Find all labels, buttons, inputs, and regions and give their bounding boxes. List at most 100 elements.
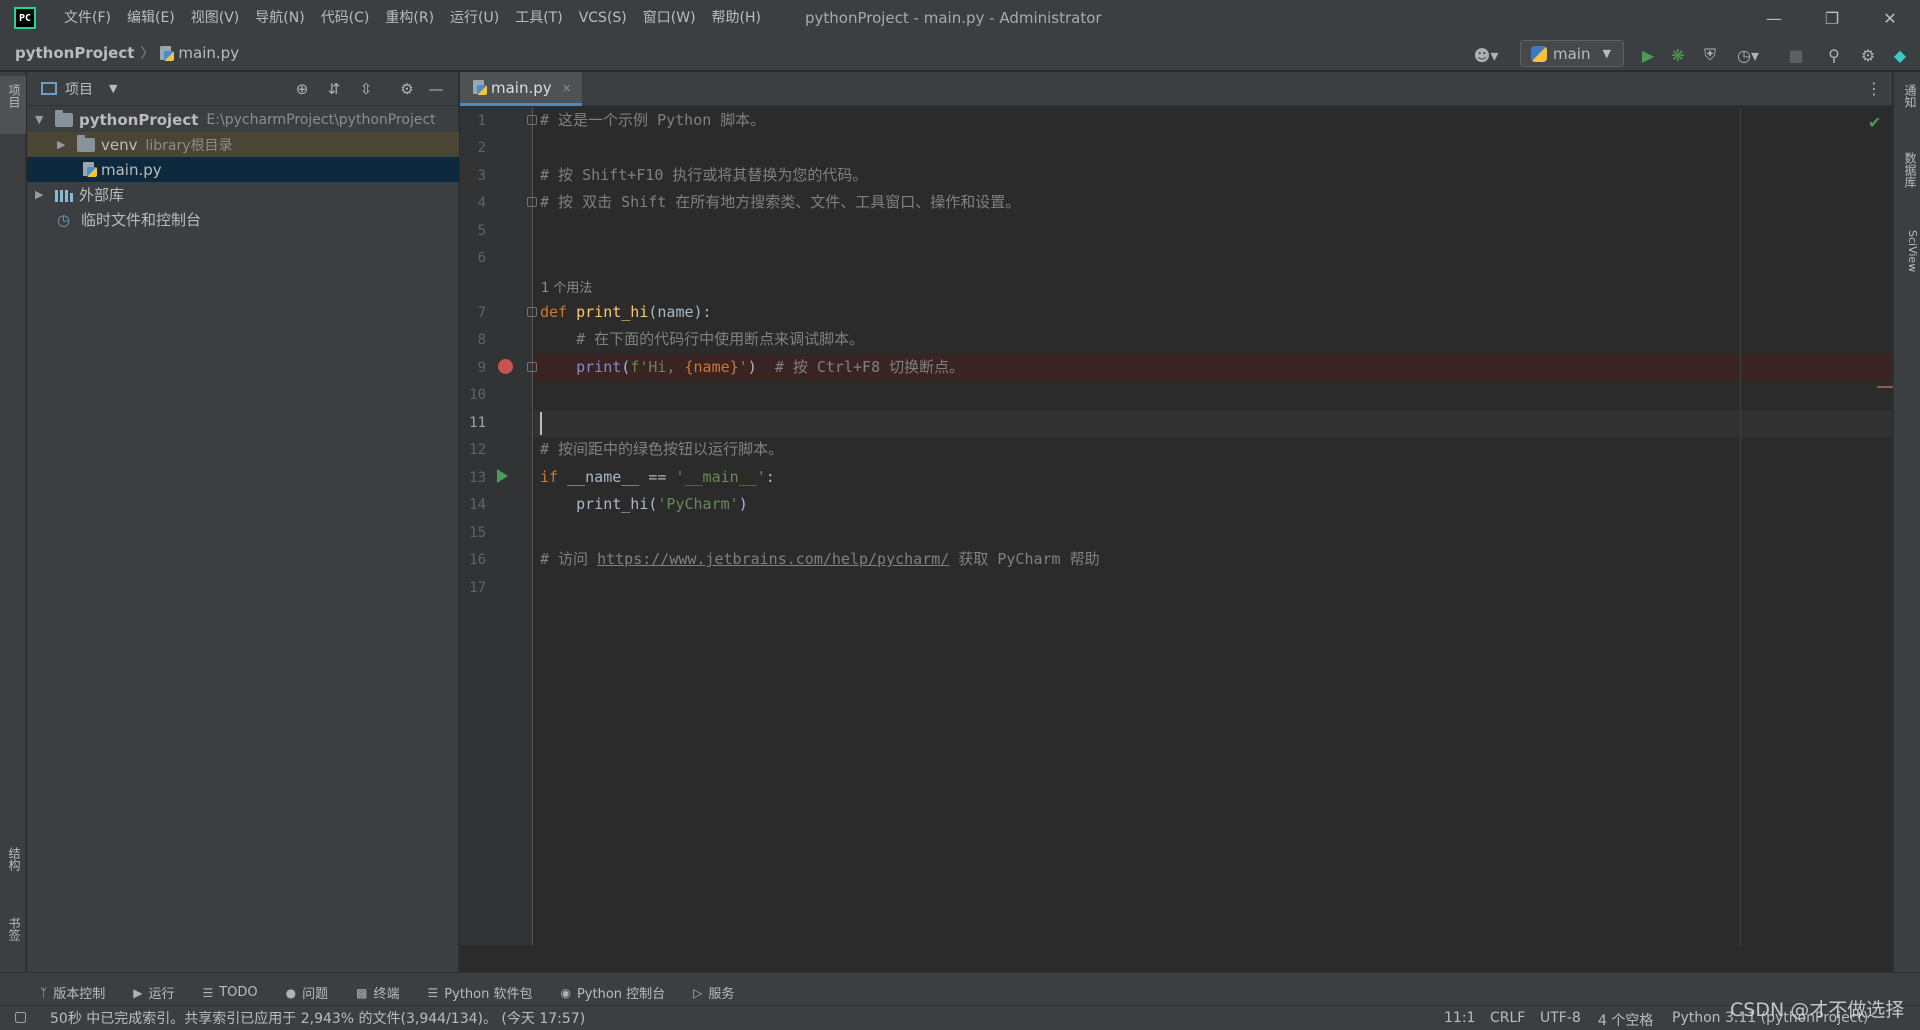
folder-icon bbox=[77, 134, 95, 152]
line-number: 1 bbox=[477, 113, 486, 129]
line-number: 3 bbox=[477, 168, 486, 184]
breakpoint-icon[interactable] bbox=[498, 359, 513, 374]
menu-code[interactable]: 代码(C) bbox=[313, 0, 378, 36]
file-encoding[interactable]: UTF-8 bbox=[1540, 1010, 1581, 1026]
project-panel-header: 项目 ▼ ⊕ ⇵ ⇳ ⚙ — bbox=[27, 72, 458, 106]
line-number-current: 11 bbox=[469, 415, 486, 431]
menu-run[interactable]: 运行(U) bbox=[442, 0, 507, 36]
profile-icon[interactable]: ◷▾ bbox=[1730, 44, 1766, 66]
status-message[interactable]: 50秒 中已完成索引。共享索引已应用于 2,943% 的文件(3,944/134… bbox=[50, 1008, 585, 1028]
restore-button[interactable]: ❐ bbox=[1803, 0, 1861, 36]
caret-position[interactable]: 11:1 bbox=[1444, 1010, 1475, 1026]
run-configuration-selector[interactable]: main ▼ bbox=[1520, 40, 1624, 67]
tree-item-label: pythonProject bbox=[79, 110, 199, 129]
database-stripe-label[interactable]: 数据库 bbox=[1899, 152, 1919, 188]
code-editor[interactable] bbox=[534, 107, 1892, 945]
user-account-icon[interactable]: ☻▾ bbox=[1470, 44, 1502, 66]
locate-file-icon[interactable]: ⊕ bbox=[291, 78, 313, 100]
menu-edit[interactable]: 编辑(E) bbox=[119, 0, 183, 36]
tool-version-control[interactable]: ᛉ 版本控制 bbox=[40, 983, 105, 1003]
list-icon: ☰ bbox=[202, 985, 214, 1000]
menu-navigate[interactable]: 导航(N) bbox=[247, 0, 312, 36]
line-number: 9 bbox=[477, 360, 486, 376]
inspection-ok-icon[interactable]: ✔ bbox=[1868, 113, 1881, 132]
bookmarks-stripe-label[interactable]: 书签 bbox=[3, 917, 23, 941]
tree-item-project-root[interactable]: ▼ pythonProject E:\pycharmProject\python… bbox=[27, 107, 459, 132]
close-tab-icon[interactable]: × bbox=[562, 81, 572, 95]
indent-setting[interactable]: 4 个空格 bbox=[1598, 1010, 1653, 1030]
code-line-12: # 按间距中的绿色按钮以运行脚本。 bbox=[540, 440, 784, 458]
python-file-icon bbox=[83, 162, 97, 177]
settings-gear-icon[interactable]: ⚙ bbox=[1856, 44, 1880, 66]
tree-item-venv[interactable]: ▶ venv library根目录 bbox=[27, 132, 459, 157]
code-line-13: if __name__ == '__main__': bbox=[540, 468, 775, 486]
tool-services[interactable]: ▷ 服务 bbox=[693, 983, 734, 1003]
debug-icon[interactable]: ❋ bbox=[1666, 44, 1690, 66]
search-icon[interactable]: ⚲ bbox=[1822, 44, 1846, 66]
structure-stripe-label[interactable]: 结构 bbox=[3, 847, 23, 871]
fold-icon[interactable] bbox=[527, 115, 537, 125]
menu-help[interactable]: 帮助(H) bbox=[704, 0, 769, 36]
chevron-down-icon: ▼ bbox=[109, 82, 118, 95]
menu-file[interactable]: 文件(F) bbox=[56, 0, 119, 36]
tool-todo[interactable]: ☰ TODO bbox=[202, 985, 257, 1000]
right-tool-stripe: 通知 数据库 SciView bbox=[1893, 72, 1920, 972]
run-icon[interactable]: ▶ bbox=[1636, 44, 1660, 66]
toggle-tool-windows-icon[interactable]: ▢ bbox=[14, 1009, 27, 1025]
code-line-16: # 访问 https://www.jetbrains.com/help/pych… bbox=[540, 550, 1100, 568]
more-options-icon[interactable]: ⋮ bbox=[1866, 79, 1882, 98]
run-gutter-icon[interactable] bbox=[497, 469, 508, 483]
tree-item-external-libraries[interactable]: ▶ 外部库 bbox=[27, 182, 459, 207]
tool-python-console[interactable]: ◉ Python 控制台 bbox=[560, 983, 665, 1003]
tool-problems[interactable]: ● 问题 bbox=[286, 983, 329, 1003]
close-window-button[interactable]: ✕ bbox=[1861, 0, 1919, 36]
code-line-8: # 在下面的代码行中使用断点来调试脚本。 bbox=[540, 330, 865, 348]
tree-item-main-py[interactable]: main.py bbox=[27, 157, 459, 182]
hide-panel-icon[interactable]: — bbox=[425, 78, 447, 100]
project-stripe-label: 项目 bbox=[7, 84, 21, 108]
panel-options-gear-icon[interactable]: ⚙ bbox=[396, 78, 418, 100]
library-icon bbox=[55, 188, 73, 202]
stop-icon[interactable]: ■ bbox=[1784, 44, 1808, 66]
menu-window[interactable]: 窗口(W) bbox=[635, 0, 704, 36]
fold-icon[interactable] bbox=[527, 362, 537, 372]
line-separator[interactable]: CRLF bbox=[1490, 1010, 1525, 1026]
tree-item-path: E:\pycharmProject\pythonProject bbox=[206, 111, 436, 128]
fold-icon[interactable] bbox=[527, 307, 537, 317]
menu-tools[interactable]: 工具(T) bbox=[507, 0, 570, 36]
run-icon: ▶ bbox=[133, 985, 143, 1000]
project-view-selector[interactable]: 项目 ▼ bbox=[41, 79, 117, 99]
project-panel-icon bbox=[41, 82, 57, 95]
collapse-all-icon[interactable]: ⇳ bbox=[355, 78, 377, 100]
code-line-3: # 按 Shift+F10 执行或将其替换为您的代码。 bbox=[540, 166, 868, 184]
notifications-stripe-label[interactable]: 通知 bbox=[1899, 84, 1919, 108]
coverage-icon[interactable]: ⛨ bbox=[1698, 44, 1722, 66]
line-number: 7 bbox=[477, 305, 486, 321]
menu-vcs[interactable]: VCS(S) bbox=[571, 0, 635, 36]
breadcrumb-project[interactable]: pythonProject bbox=[15, 44, 134, 62]
tool-run[interactable]: ▶ 运行 bbox=[133, 983, 174, 1003]
tab-main-py[interactable]: main.py × bbox=[460, 72, 582, 106]
menu-view[interactable]: 视图(V) bbox=[183, 0, 248, 36]
line-number: 16 bbox=[469, 552, 486, 568]
breadcrumb-file-label: main.py bbox=[178, 44, 240, 62]
scrollbar-breakpoint-marker[interactable] bbox=[1877, 386, 1893, 388]
jetbrains-ai-icon[interactable]: ◆ bbox=[1888, 44, 1912, 66]
expand-all-icon[interactable]: ⇵ bbox=[323, 78, 345, 100]
tree-item-scratches[interactable]: ◷ 临时文件和控制台 bbox=[27, 207, 459, 232]
folder-icon bbox=[55, 109, 73, 127]
code-line-9: print(f'Hi, {name}') # 按 Ctrl+F8 切换断点。 bbox=[576, 358, 965, 376]
tool-python-packages[interactable]: ☰ Python 软件包 bbox=[428, 983, 533, 1003]
breadcrumb-file[interactable]: main.py bbox=[160, 44, 239, 62]
tool-terminal[interactable]: ▩ 终端 bbox=[356, 983, 399, 1003]
fold-icon[interactable] bbox=[527, 197, 537, 207]
menu-refactor[interactable]: 重构(R) bbox=[377, 0, 442, 36]
sciview-stripe-label[interactable]: SciView bbox=[1899, 230, 1919, 272]
title-bar: PC 文件(F) 编辑(E) 视图(V) 导航(N) 代码(C) 重构(R) 运… bbox=[0, 0, 1920, 36]
minimize-button[interactable]: — bbox=[1745, 0, 1803, 36]
help-link[interactable]: https://www.jetbrains.com/help/pycharm/ bbox=[597, 550, 949, 568]
project-panel: 项目 ▼ ⊕ ⇵ ⇳ ⚙ — ▼ pythonProject E:\pychar… bbox=[27, 72, 459, 972]
usage-hint[interactable]: 1 个用法 bbox=[541, 277, 592, 296]
line-number: 10 bbox=[469, 387, 486, 403]
status-bar: ▢ 50秒 中已完成索引。共享索引已应用于 2,943% 的文件(3,944/1… bbox=[0, 1005, 1920, 1030]
